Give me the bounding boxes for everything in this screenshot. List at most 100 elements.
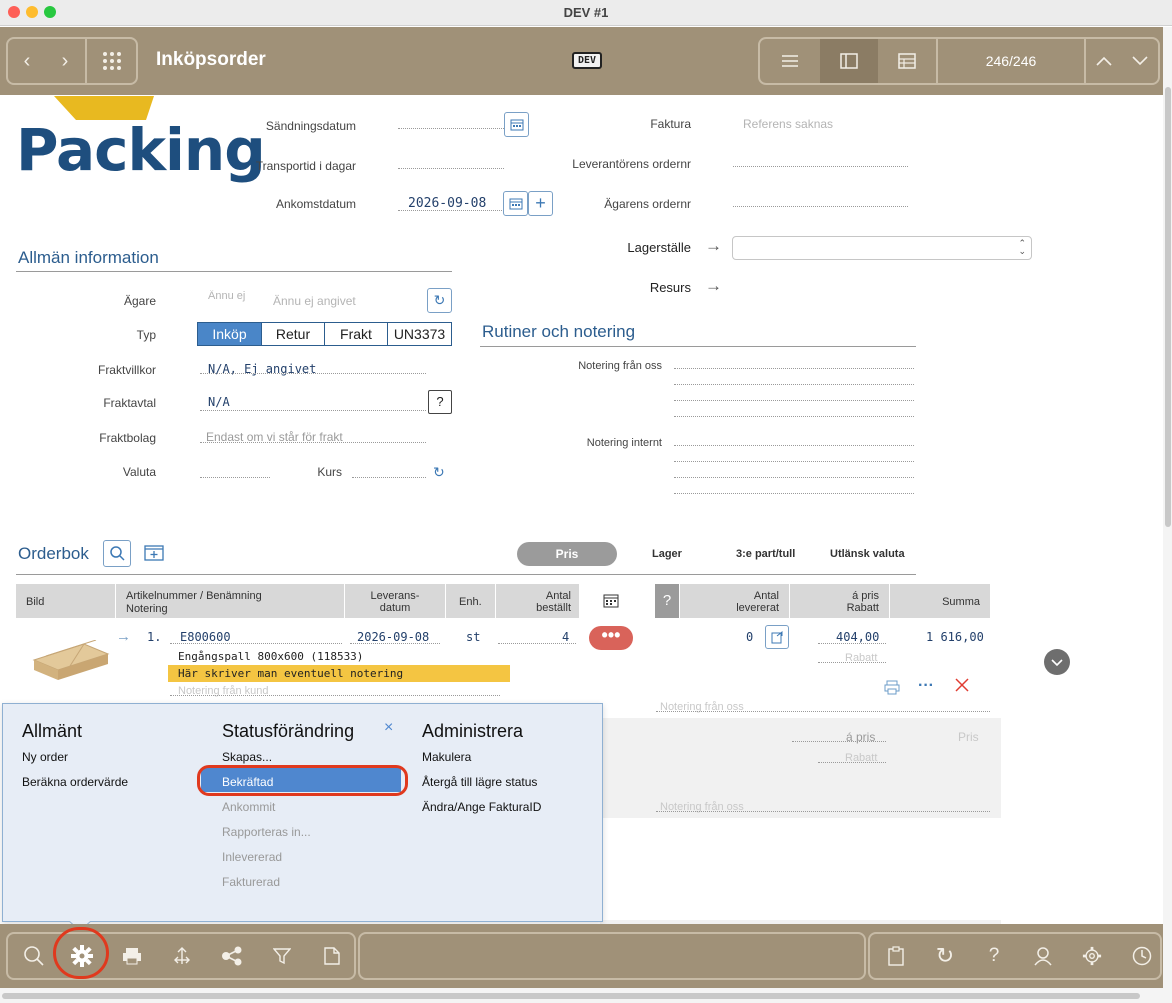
popup-item-aterga-status[interactable]: Återgå till lägre status bbox=[422, 775, 537, 789]
agarens-ordernr-field[interactable] bbox=[733, 206, 908, 207]
tab-tredje-part[interactable]: 3:e part/tull bbox=[736, 548, 795, 560]
help-button[interactable]: ? bbox=[980, 942, 1008, 970]
next-record-button[interactable] bbox=[1122, 39, 1158, 83]
col-header-summa: Summa bbox=[890, 584, 990, 618]
clipboard-button[interactable] bbox=[882, 942, 910, 970]
ankomstdatum-calendar-button[interactable] bbox=[503, 191, 528, 216]
nav-group: ‹ › bbox=[6, 37, 138, 85]
transporttid-field[interactable] bbox=[398, 168, 504, 169]
list-view-button[interactable] bbox=[760, 39, 820, 83]
leverantorens-ordernr-field[interactable] bbox=[733, 166, 908, 167]
apps-button[interactable] bbox=[87, 39, 136, 83]
clipboard-arrow-icon bbox=[771, 630, 783, 644]
row-artikelnummer[interactable]: E800600 bbox=[180, 630, 231, 644]
table-view-button[interactable] bbox=[878, 39, 936, 83]
print-button[interactable] bbox=[118, 942, 146, 970]
typ-option-un3373[interactable]: UN3373 bbox=[388, 323, 451, 345]
user-button[interactable] bbox=[1029, 942, 1057, 970]
previous-record-button[interactable] bbox=[1086, 39, 1122, 83]
bottom-toolbar: ↻ ? bbox=[0, 924, 1163, 988]
row-antal-bestallt[interactable]: 4 bbox=[562, 630, 569, 644]
chevron-down-icon bbox=[1051, 659, 1063, 666]
col-header-leveransdatum: Leverans- datum bbox=[345, 584, 445, 618]
kurs-refresh-icon[interactable]: ↻ bbox=[433, 464, 445, 481]
popup-item-skapas[interactable]: Skapas... bbox=[222, 750, 272, 764]
horizontal-scrollbar[interactable] bbox=[0, 988, 1163, 1003]
tab-utlansk-valuta[interactable]: Utlänsk valuta bbox=[830, 548, 905, 560]
fraktvillkor-label: Fraktvillkor bbox=[97, 363, 156, 377]
popup-item-andra-fakturaid[interactable]: Ändra/Ange FakturaID bbox=[422, 800, 541, 814]
search-button[interactable] bbox=[20, 942, 48, 970]
agare-label: Ägare bbox=[123, 294, 156, 308]
tab-pris[interactable]: Pris bbox=[517, 542, 617, 566]
settings-icon bbox=[1082, 946, 1102, 966]
agare-field[interactable]: Ännu ej angivet bbox=[273, 294, 356, 308]
row-deliver-button[interactable] bbox=[765, 625, 789, 649]
popup-item-fakturerad: Fakturerad bbox=[222, 875, 281, 889]
col-header-calendar[interactable] bbox=[580, 584, 641, 618]
document-button[interactable] bbox=[318, 942, 346, 970]
faktura-field[interactable]: Referens saknas bbox=[743, 117, 833, 131]
row-arrow-icon[interactable]: → bbox=[116, 628, 131, 645]
col-header-antal-bestallt: Antal beställt bbox=[496, 584, 579, 618]
kurs-label: Kurs bbox=[317, 465, 342, 479]
row-antal-levererat[interactable]: 0 bbox=[746, 630, 753, 644]
lagerstalle-label: Lagerställe bbox=[627, 240, 691, 255]
agare-refresh-button[interactable]: ↻ bbox=[427, 288, 452, 313]
orderbook-search-button[interactable] bbox=[103, 540, 131, 567]
popup-item-rapporteras-in: Rapporteras in... bbox=[222, 825, 311, 839]
resurs-arrow-icon[interactable]: → bbox=[705, 276, 722, 296]
general-section-title: Allmän information bbox=[18, 248, 159, 267]
clipboard-icon bbox=[888, 946, 904, 966]
row-notering-highlight[interactable]: Här skriver man eventuell notering bbox=[168, 665, 510, 682]
row-more-button[interactable]: ••• bbox=[589, 626, 633, 650]
new-row-pris[interactable]: Pris bbox=[958, 730, 979, 744]
add-window-icon[interactable] bbox=[144, 545, 164, 564]
sandningsdatum-field[interactable] bbox=[398, 128, 504, 129]
sandningsdatum-calendar-button[interactable] bbox=[504, 112, 529, 137]
printer-icon bbox=[123, 948, 141, 965]
row-leveransdatum[interactable]: 2026-09-08 bbox=[357, 630, 429, 644]
resurs-label: Resurs bbox=[649, 280, 691, 295]
typ-option-retur[interactable]: Retur bbox=[262, 323, 325, 345]
agare-small-placeholder: Ännu ej bbox=[208, 290, 246, 302]
vertical-scrollbar[interactable] bbox=[1163, 27, 1172, 1003]
popup-item-ny-order[interactable]: Ny order bbox=[22, 750, 68, 764]
notering-fran-oss-field[interactable] bbox=[674, 368, 914, 369]
share-button[interactable] bbox=[218, 942, 246, 970]
typ-option-inkop[interactable]: Inköp bbox=[198, 323, 262, 345]
row-benamning: Engångspall 800x600 (118533) bbox=[178, 650, 364, 663]
popup-item-makulera[interactable]: Makulera bbox=[422, 750, 471, 764]
kurs-field[interactable] bbox=[352, 477, 426, 478]
row-print-icon[interactable] bbox=[884, 680, 900, 698]
chevron-right-icon: › bbox=[61, 49, 69, 72]
popup-item-berakna-ordervarde[interactable]: Beräkna ordervärde bbox=[22, 775, 128, 789]
history-button[interactable] bbox=[1128, 942, 1156, 970]
row-delete-icon[interactable] bbox=[954, 677, 970, 696]
popup-close-icon[interactable]: × bbox=[384, 719, 393, 737]
expand-row-button[interactable] bbox=[1044, 649, 1070, 675]
user-icon bbox=[1034, 947, 1052, 966]
forward-button[interactable]: › bbox=[46, 39, 84, 83]
valuta-field[interactable] bbox=[200, 477, 270, 478]
row-enhet: st bbox=[466, 630, 481, 644]
filter-button[interactable] bbox=[268, 942, 296, 970]
settings-button[interactable] bbox=[1078, 942, 1106, 970]
row-options-icon[interactable]: ··· bbox=[918, 677, 934, 695]
lagerstalle-select[interactable]: ⌃ ⌄ bbox=[732, 236, 1032, 260]
notering-internt-field[interactable] bbox=[674, 445, 914, 446]
tab-lager[interactable]: Lager bbox=[652, 548, 682, 560]
typ-option-frakt[interactable]: Frakt bbox=[325, 323, 388, 345]
row-apris[interactable]: 404,00 bbox=[836, 630, 879, 644]
ankomstdatum-value[interactable]: 2026-09-08 bbox=[408, 196, 486, 211]
faktura-label: Faktura bbox=[650, 117, 691, 131]
col-header-bild: Bild bbox=[16, 584, 115, 618]
move-button[interactable] bbox=[168, 942, 196, 970]
back-button[interactable]: ‹ bbox=[8, 39, 46, 83]
detail-view-button[interactable] bbox=[820, 39, 878, 83]
sync-button[interactable]: ↻ bbox=[931, 942, 959, 970]
fraktavtal-value[interactable]: N/A bbox=[208, 395, 230, 409]
col-header-help[interactable]: ? bbox=[655, 584, 679, 618]
fraktavtal-help-button[interactable]: ? bbox=[428, 390, 452, 414]
lagerstalle-arrow-icon[interactable]: → bbox=[705, 236, 722, 256]
